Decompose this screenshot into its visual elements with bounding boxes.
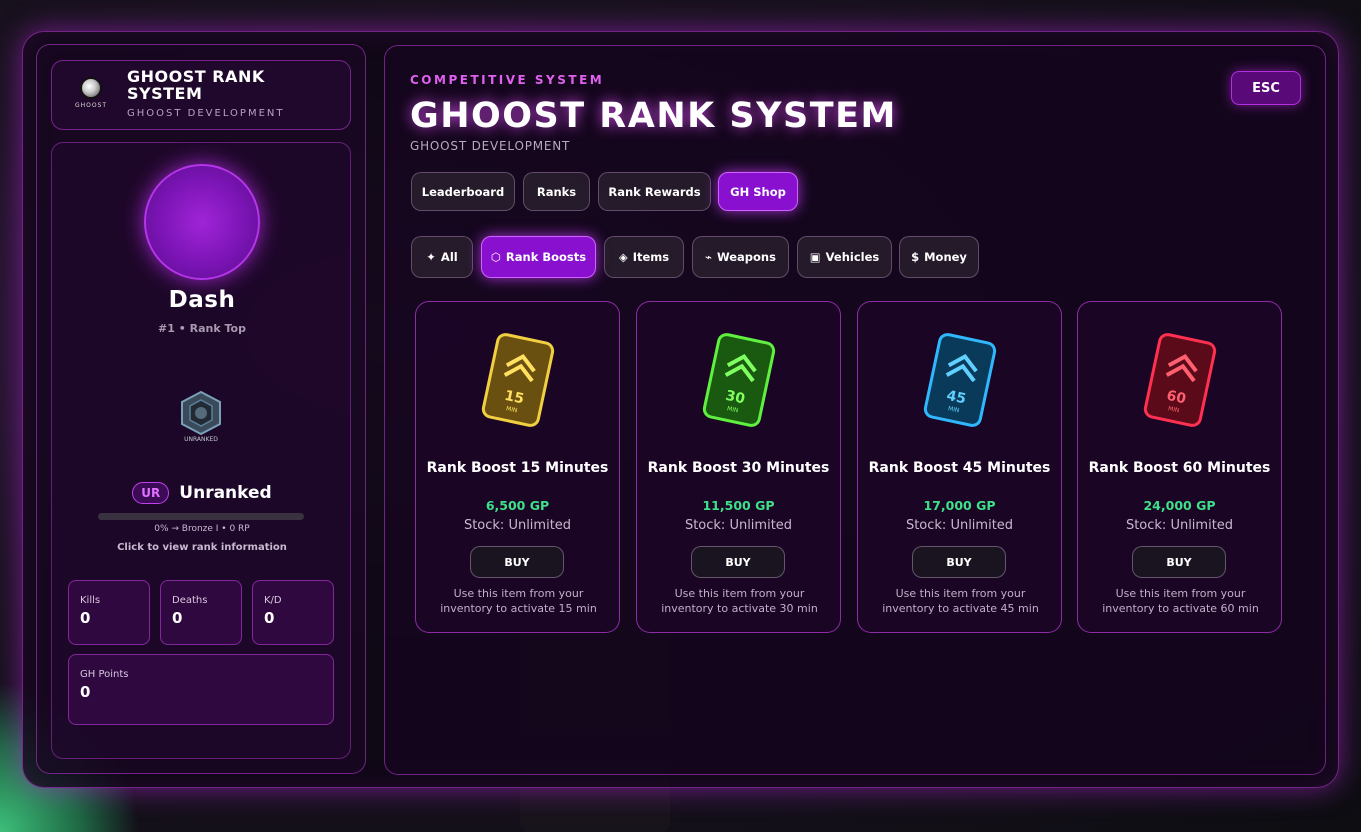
brand-title: GHOOST RANK SYSTEM [127,67,265,103]
item-description: Use this item from your inventory to act… [661,587,818,615]
rank-info-link[interactable]: Click to view rank information [52,542,352,553]
item-price: 6,500 GP [485,498,550,513]
section-kicker: COMPETITIVE SYSTEM [410,73,605,87]
item-stock: Stock: Unlimited [463,518,572,533]
filter-label: Vehicles [825,250,880,264]
rank-label: Unranked [179,483,272,503]
stat-gh-points: GH Points 0 [68,654,334,725]
filter-all[interactable]: ✦ All [411,236,473,278]
stat-deaths: Deaths 0 [160,580,242,645]
stat-value: 0 [80,683,91,701]
tab-rank-rewards[interactable]: Rank Rewards [598,172,711,211]
ghost-logo-icon: GHOOST [74,77,108,117]
tab-leaderboard[interactable]: Leaderboard [411,172,515,211]
rank-row[interactable]: UR Unranked [52,482,352,504]
rank-progress-bar [98,513,304,520]
filter-rank-boosts[interactable]: ⬡ Rank Boosts [481,236,596,278]
esc-close-button[interactable]: ESC [1231,71,1301,105]
stat-value: 0 [172,609,183,627]
item-stock: Stock: Unlimited [684,518,793,533]
stat-kd: K/D 0 [252,580,334,645]
shop-item-card: 30 MIN Rank Boost 30 Minutes 11,500 GP S… [636,301,841,633]
item-stock: Stock: Unlimited [905,518,1014,533]
filter-weapons[interactable]: ⌁ Weapons [692,236,789,278]
stat-label: K/D [264,595,282,606]
buy-button[interactable]: BUY [470,546,564,578]
diamond-icon: ◈ [618,250,628,264]
tab-ranks[interactable]: Ranks [523,172,590,211]
filter-money[interactable]: $ Money [899,236,979,278]
stat-value: 0 [80,609,91,627]
tab-gh-shop[interactable]: GH Shop [718,172,798,211]
filter-label: Rank Boosts [505,250,587,264]
main-panel: COMPETITIVE SYSTEM GHOOST RANK SYSTEM GH… [384,45,1326,775]
stat-value: 0 [264,609,275,627]
page-title: GHOOST RANK SYSTEM [410,96,897,136]
dollar-icon: $ [911,250,920,264]
shop-item-card: 45 MIN Rank Boost 45 Minutes 17,000 GP S… [857,301,1062,633]
player-rank-position: #1 • Rank Top [158,322,246,335]
item-description: Use this item from your inventory to act… [1102,587,1259,615]
emblem-text: UNRANKED [184,436,218,443]
logo-text: GHOOST [74,102,108,109]
rank-progress-text: 0% → Bronze I • 0 RP [154,524,250,534]
player-name: Dash [168,287,236,313]
rank-boost-card-icon: 30 MIN [702,333,776,427]
filter-label: Money [924,250,967,264]
stat-label: GH Points [80,669,129,680]
sparkle-icon: ✦ [426,250,436,264]
rank-boost-card-icon: 60 MIN [1143,333,1217,427]
filter-vehicles[interactable]: ▣ Vehicles [797,236,892,278]
avatar [144,164,260,280]
item-title: Rank Boost 30 Minutes [647,460,830,476]
item-stock: Stock: Unlimited [1125,518,1234,533]
item-price: 17,000 GP [923,498,996,513]
unranked-emblem-icon[interactable]: UNRANKED [176,388,226,446]
filter-label: Items [632,250,670,264]
item-title: Rank Boost 60 Minutes [1088,460,1271,476]
item-title: Rank Boost 45 Minutes [868,460,1051,476]
vehicle-icon: ▣ [809,250,821,264]
item-description: Use this item from your inventory to act… [440,587,597,615]
item-price: 11,500 GP [702,498,775,513]
buy-button[interactable]: BUY [691,546,785,578]
item-description: Use this item from your inventory to act… [882,587,1039,615]
buy-button[interactable]: BUY [1132,546,1226,578]
brand-header: GHOOST GHOOST RANK SYSTEM GHOOST DEVELOP… [51,60,351,130]
player-profile: Dash #1 • Rank Top UNRANKED UR Unranked … [51,142,351,759]
buy-button[interactable]: BUY [912,546,1006,578]
stat-label: Deaths [172,595,208,606]
item-title: Rank Boost 15 Minutes [426,460,609,476]
item-price: 24,000 GP [1143,498,1216,513]
brand-subtitle: GHOOST DEVELOPMENT [127,108,285,119]
filter-items[interactable]: ◈ Items [604,236,684,278]
shop-item-card: 15 MIN Rank Boost 15 Minutes 6,500 GP St… [415,301,620,633]
rank-badge: UR [132,482,170,504]
shop-item-card: 60 MIN Rank Boost 60 Minutes 24,000 GP S… [1077,301,1282,633]
hexagon-icon: ⬡ [490,250,501,264]
stat-kills: Kills 0 [68,580,150,645]
filter-label: All [440,250,458,264]
rank-boost-card-icon: 15 MIN [481,333,555,427]
rank-boost-card-icon: 45 MIN [923,333,997,427]
stat-label: Kills [80,595,101,606]
page-subtitle: GHOOST DEVELOPMENT [410,139,571,153]
filter-label: Weapons [716,250,776,264]
weapon-icon: ⌁ [705,250,712,264]
